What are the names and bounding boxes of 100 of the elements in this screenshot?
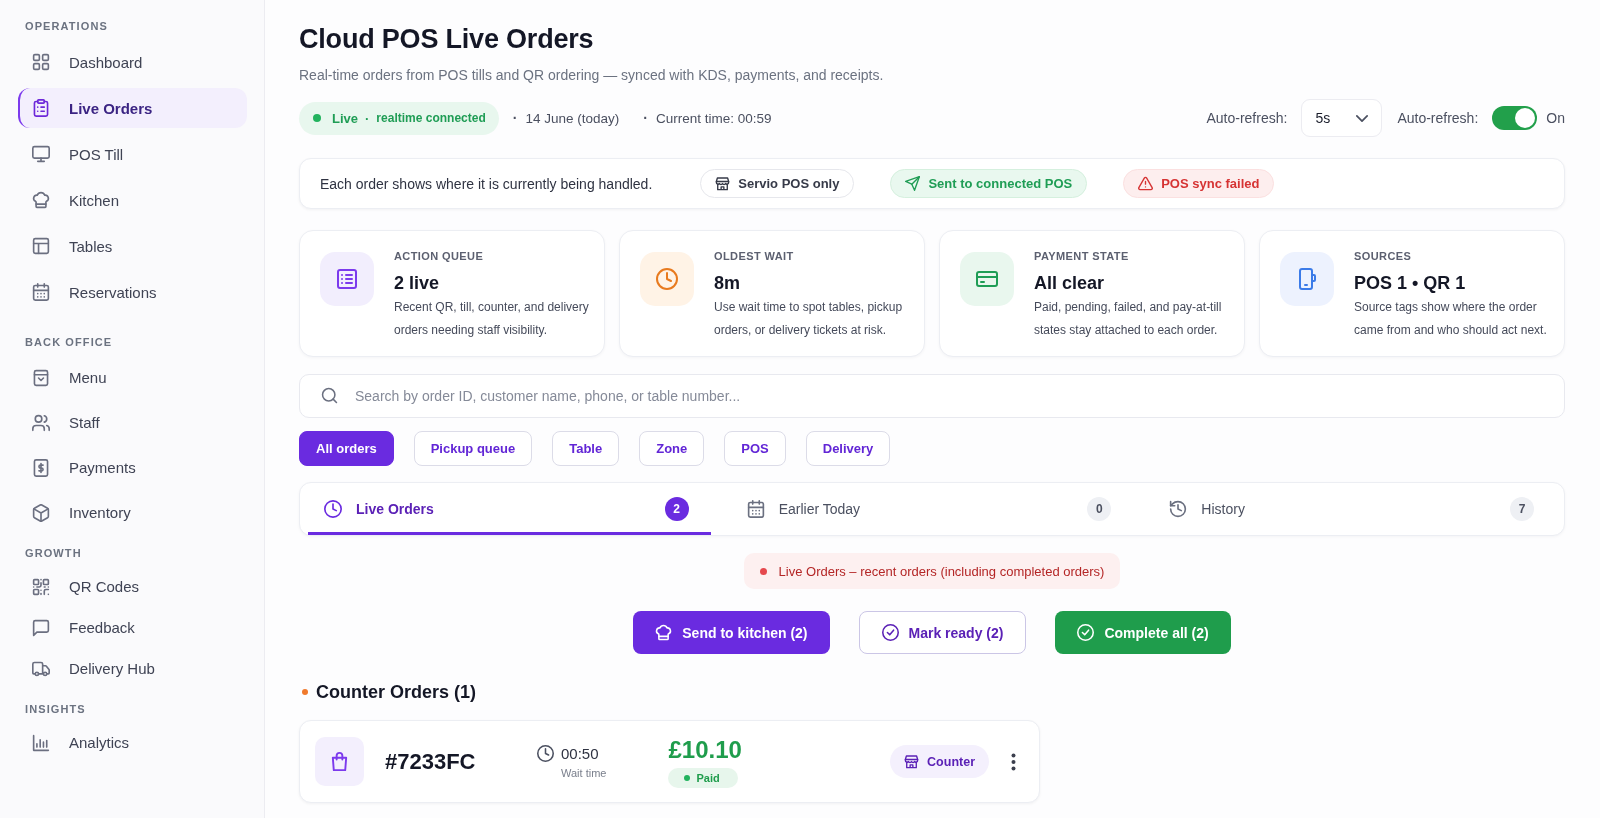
filter-chip[interactable]: Delivery — [805, 431, 891, 466]
sidebar-item[interactable]: POS Till — [18, 134, 247, 174]
live-label: Live — [332, 110, 358, 126]
count-badge: 7 — [1510, 497, 1534, 521]
sidebar-item[interactable]: Dashboard — [18, 42, 247, 82]
section-heading: INSIGHTS — [25, 702, 86, 717]
filter-chip[interactable]: All orders — [299, 431, 394, 466]
info-text: Each order shows where it is currently being handled. — [320, 175, 653, 192]
filter-chip[interactable]: Table — [552, 431, 620, 466]
stat-label: OLDEST WAIT — [714, 249, 794, 263]
sidebar-item[interactable]: Feedback — [18, 610, 247, 645]
section-heading: OPERATIONS — [25, 19, 108, 34]
sidebar-item[interactable]: Menu — [18, 358, 247, 397]
sidebar-item[interactable]: Payments — [18, 448, 247, 487]
order-card[interactable]: #7233FC 00:50 Wait time £10.10 Paid Counter — [299, 720, 1040, 803]
toggle-state-label: On — [1546, 110, 1565, 126]
tab[interactable]: Earlier Today 0 — [730, 483, 1134, 535]
stat-description: Use wait time to spot tables, pickup orders, or delivery tickets at risk. — [714, 299, 904, 339]
page-title: Cloud POS Live Orders — [299, 23, 594, 56]
stat-label: SOURCES — [1354, 249, 1412, 263]
stat-label: PAYMENT STATE — [1034, 249, 1129, 263]
warning-icon — [1138, 176, 1154, 191]
credit-card-icon — [960, 252, 1014, 306]
qr-code-icon — [32, 577, 50, 596]
sidebar-item[interactable]: QR Codes — [18, 569, 247, 604]
sidebar-item[interactable]: Tables — [18, 226, 247, 266]
history-icon — [1169, 500, 1188, 518]
truck-icon — [32, 659, 50, 678]
tab[interactable]: Live Orders 2 — [308, 483, 711, 535]
monitor-icon — [32, 145, 50, 163]
sidebar-item[interactable]: Staff — [18, 403, 247, 442]
table-layout-icon — [32, 237, 50, 255]
stat-description: Source tags show where the order came from and who should act next. — [1354, 299, 1548, 339]
status-dot-icon — [759, 567, 767, 575]
separator: · — [512, 110, 518, 126]
cube-icon — [32, 503, 50, 522]
payment-status: Paid — [696, 771, 720, 784]
meta-text: Current time: 00:59 — [655, 110, 772, 126]
store-icon — [715, 176, 731, 191]
check-circle-icon — [881, 624, 899, 641]
wait-time: 00:50 — [561, 743, 600, 764]
interval-select[interactable]: 5s — [1301, 99, 1383, 137]
chevron-down-icon — [1356, 114, 1369, 122]
tray-icon — [32, 368, 50, 387]
sidebar-item[interactable]: Reservations — [18, 272, 247, 312]
auto-refresh-label: Auto-refresh: — [1397, 110, 1479, 126]
toggle-switch[interactable] — [1492, 106, 1538, 130]
order-total: £10.10 — [668, 735, 742, 764]
calendar-icon — [32, 283, 50, 301]
phone-icon — [1280, 252, 1334, 306]
legend-label: POS sync failed — [1161, 176, 1260, 191]
separator: · — [643, 110, 648, 126]
legend-label: Servio POS only — [738, 176, 840, 191]
sidebar-item[interactable]: Analytics — [18, 725, 247, 760]
more-options-icon[interactable] — [1011, 752, 1016, 771]
notice-text: Live Orders – recent orders (including completed orders) — [778, 563, 1105, 579]
stat-value: 8m — [714, 272, 740, 294]
sidebar-item[interactable]: Live Orders — [18, 88, 247, 128]
kitchen-button[interactable]: Send to kitchen (2) — [633, 611, 830, 654]
search-icon — [321, 387, 338, 404]
sidebar-item[interactable]: Kitchen — [18, 180, 247, 220]
bar-chart-icon — [32, 733, 50, 752]
shopping-bag-icon — [315, 737, 364, 786]
receipt-icon — [32, 458, 50, 477]
store-icon — [904, 754, 920, 769]
complete-button[interactable]: Complete all (2) — [1055, 611, 1231, 654]
speech-bubble-icon — [32, 618, 50, 637]
chef-hat-icon — [655, 624, 673, 641]
wait-time-label: Wait time — [561, 765, 607, 780]
order-id: #7233FC — [385, 748, 477, 775]
status-dot-icon — [684, 774, 691, 781]
check-circle-icon — [1077, 624, 1095, 641]
stat-value: POS 1 • QR 1 — [1354, 272, 1466, 294]
stat-label: ACTION QUEUE — [394, 249, 484, 263]
meta-text: 14 June (today) — [525, 110, 620, 126]
stat-description: Paid, pending, failed, and pay-at-till states stay attached to each order. — [1034, 299, 1223, 339]
tab[interactable]: History 7 — [1153, 483, 1556, 535]
separator: · — [365, 110, 370, 126]
section-heading: BACK OFFICE — [25, 335, 113, 350]
search-field[interactable]: Search by order ID, customer name, phone, or table number... — [299, 374, 1565, 418]
count-badge: 0 — [1087, 497, 1112, 521]
sidebar-item[interactable]: Delivery Hub — [18, 651, 247, 686]
clock-icon — [324, 500, 342, 518]
ready-button[interactable]: Mark ready (2) — [858, 611, 1027, 654]
chef-hat-icon — [32, 191, 50, 209]
sidebar-item[interactable]: Inventory — [18, 493, 247, 532]
filter-chip[interactable]: POS — [724, 431, 786, 466]
stat-value: 2 live — [394, 272, 440, 294]
filter-chip[interactable]: Pickup queue — [413, 431, 533, 466]
auto-refresh-label: Auto-refresh: — [1206, 110, 1288, 126]
paper-plane-icon — [905, 176, 921, 191]
filter-chip[interactable]: Zone — [639, 431, 705, 466]
clock-icon — [640, 252, 694, 306]
section-title: Counter Orders (1) — [316, 681, 477, 703]
users-icon — [32, 413, 50, 432]
count-badge: 2 — [664, 497, 689, 521]
clock-icon — [537, 745, 554, 762]
calendar-icon — [746, 500, 765, 518]
connection-status: realtime connected — [376, 111, 486, 125]
clipboard-icon — [32, 99, 50, 117]
